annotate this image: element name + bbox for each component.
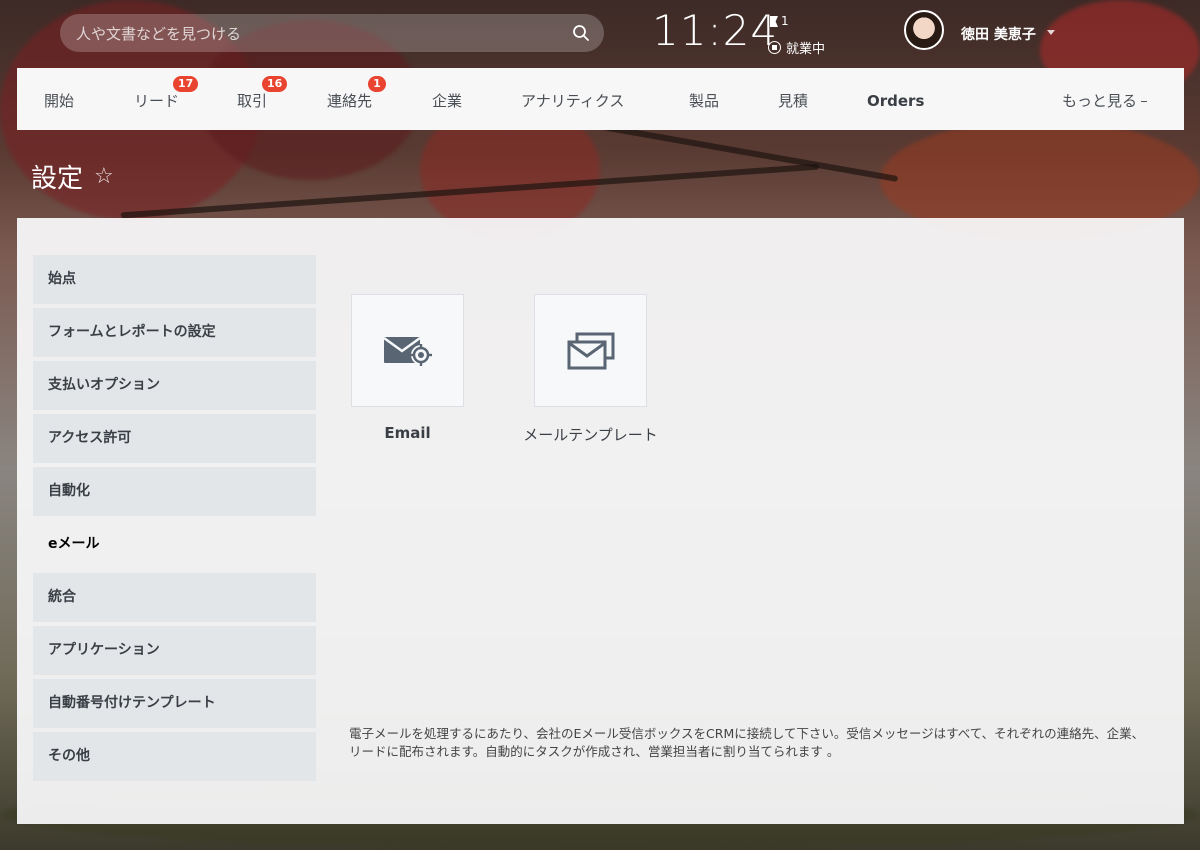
nav-item-start[interactable]: 開始	[44, 68, 74, 130]
settings-menu: 始点 フォームとレポートの設定 支払いオプション アクセス許可 自動化 eメール…	[33, 255, 316, 785]
email-tile-label[interactable]: Email	[351, 424, 464, 442]
avatar[interactable]	[904, 10, 944, 50]
nav-item-analytics[interactable]: アナリティクス	[521, 68, 624, 130]
main-nav: 開始 リード 17 取引 16 連絡先 1 企業 アナリティクス 製品 見積 O…	[17, 68, 1184, 130]
menu-item-automation[interactable]: 自動化	[33, 467, 316, 516]
menu-item-other[interactable]: その他	[33, 732, 316, 781]
search-box[interactable]	[60, 14, 604, 54]
menu-item-integrations[interactable]: 統合	[33, 573, 316, 622]
work-status[interactable]: 就業中	[768, 38, 825, 57]
nav-more-button[interactable]: もっと見る	[1062, 68, 1148, 130]
nav-item-deals[interactable]: 取引	[237, 68, 267, 130]
menu-item-applications[interactable]: アプリケーション	[33, 626, 316, 675]
menu-item-email[interactable]: eメール	[33, 520, 316, 569]
deals-count-badge: 16	[262, 76, 288, 92]
page-title: 設定	[31, 164, 84, 194]
email-description: 電子メールを処理するにあたり、会社のEメール受信ボックスをCRMに接続して下さい…	[349, 726, 1145, 759]
flag-count: 1	[781, 14, 789, 28]
email-settings-tile[interactable]	[351, 294, 464, 407]
flag-icon	[770, 16, 778, 27]
nav-item-quotes[interactable]: 見積	[778, 68, 808, 130]
clock: 11:24	[652, 6, 779, 55]
menu-item-payment-options[interactable]: 支払いオプション	[33, 361, 316, 410]
contacts-count-badge: 1	[368, 76, 386, 92]
nav-item-orders[interactable]: Orders	[867, 68, 924, 130]
mail-templates-icon	[567, 332, 614, 369]
menu-item-form-report-settings[interactable]: フォームとレポートの設定	[33, 308, 316, 357]
mail-templates-tile-label[interactable]: メールテンプレート	[500, 424, 681, 445]
settings-panel: 始点 フォームとレポートの設定 支払いオプション アクセス許可 自動化 eメール…	[17, 218, 1184, 824]
stop-icon	[768, 41, 781, 54]
work-status-label: 就業中	[786, 42, 826, 57]
menu-item-access-permissions[interactable]: アクセス許可	[33, 414, 316, 463]
nav-item-products[interactable]: 製品	[689, 68, 719, 130]
top-bar: 11:24 1 就業中 徳田 美恵子	[0, 0, 1200, 66]
nav-item-companies[interactable]: 企業	[432, 68, 462, 130]
star-icon[interactable]: ☆	[94, 164, 114, 189]
menu-item-autonumber-templates[interactable]: 自動番号付けテンプレート	[33, 679, 316, 728]
nav-item-leads[interactable]: リード	[134, 68, 179, 130]
mail-templates-tile[interactable]	[534, 294, 647, 407]
user-name[interactable]: 徳田 美恵子	[961, 24, 1036, 44]
search-icon[interactable]	[572, 24, 590, 42]
leads-count-badge: 17	[173, 76, 199, 92]
chevron-down-icon[interactable]	[1047, 30, 1055, 35]
menu-item-start[interactable]: 始点	[33, 255, 316, 304]
search-input[interactable]	[74, 14, 558, 54]
chevron-down-icon	[1141, 100, 1148, 103]
mail-settings-icon	[382, 336, 432, 366]
nav-item-contacts[interactable]: 連絡先	[327, 68, 372, 130]
flag-counter[interactable]: 1	[770, 14, 789, 28]
